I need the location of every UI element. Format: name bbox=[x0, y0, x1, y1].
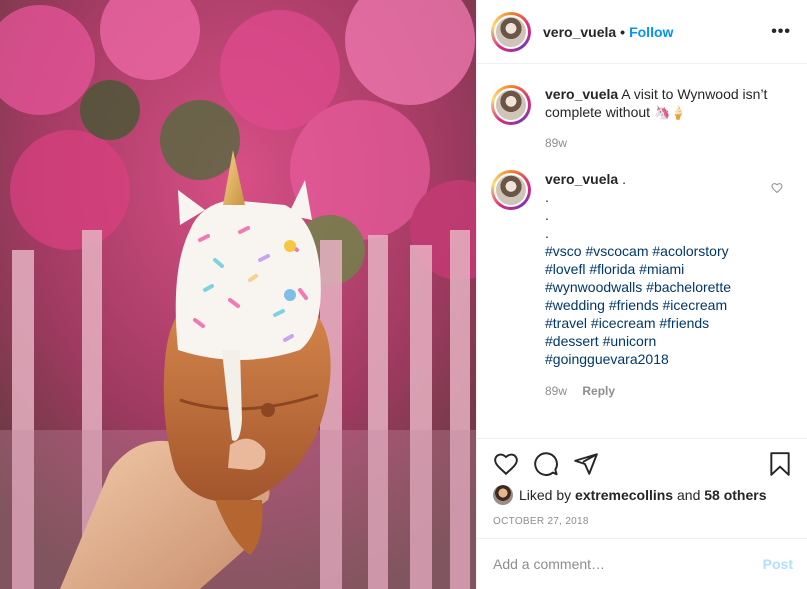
liker-avatar[interactable] bbox=[493, 485, 513, 505]
avatar-image bbox=[494, 173, 528, 207]
hashtag-line[interactable]: #travel #icecream #friends bbox=[545, 314, 791, 332]
comment-hashtags: vero_vuela . . . . #vsco #vscocam #acolo… bbox=[491, 170, 791, 400]
post-header: vero_vuela • Follow ••• bbox=[477, 0, 807, 64]
caption-emoji: 🦄🍦 bbox=[653, 105, 687, 120]
photo-ice-cream-unicorn bbox=[0, 0, 476, 589]
comment-like-icon[interactable] bbox=[771, 182, 783, 194]
caption-username[interactable]: vero_vuela bbox=[545, 86, 618, 102]
comment-dot-line: . bbox=[545, 225, 549, 241]
follow-button[interactable]: Follow bbox=[629, 24, 673, 40]
header-separator: • bbox=[620, 23, 626, 40]
hashtag-line[interactable]: #wedding #friends #icecream bbox=[545, 296, 791, 314]
post-button[interactable]: Post bbox=[763, 556, 793, 572]
instagram-post: vero_vuela • Follow ••• vero_vuela A vis… bbox=[0, 0, 807, 589]
reply-button[interactable]: Reply bbox=[582, 384, 615, 398]
likes-and: and bbox=[677, 487, 701, 503]
comment-input[interactable] bbox=[493, 556, 763, 572]
avatar-image bbox=[494, 88, 528, 122]
comment-icon[interactable] bbox=[533, 451, 559, 477]
hashtag-line[interactable]: #vsco #vscocam #acolorstory bbox=[545, 242, 791, 260]
hashtag-line[interactable]: #goingguevara2018 bbox=[545, 350, 791, 368]
header-username[interactable]: vero_vuela bbox=[543, 24, 616, 40]
comment-dot-line: . bbox=[545, 207, 549, 223]
caption-time[interactable]: 89w bbox=[545, 136, 567, 150]
action-bar bbox=[477, 438, 807, 490]
add-comment-bar: Post bbox=[477, 538, 807, 589]
comments-section[interactable]: vero_vuela A visit to Wynwood isn’t comp… bbox=[477, 65, 807, 438]
share-icon[interactable] bbox=[573, 451, 599, 477]
header-avatar[interactable] bbox=[491, 11, 531, 52]
caption-avatar[interactable] bbox=[491, 85, 531, 125]
hashtag-line[interactable]: #wynwoodwalls #bachelorette bbox=[545, 278, 791, 296]
liker-username[interactable]: extremecollins bbox=[575, 487, 673, 503]
likes-prefix: Liked by bbox=[519, 487, 572, 503]
comment-time[interactable]: 89w bbox=[545, 384, 567, 398]
post-date[interactable]: OCTOBER 27, 2018 bbox=[493, 516, 589, 527]
post-panel: vero_vuela • Follow ••• vero_vuela A vis… bbox=[476, 0, 807, 589]
comment-dot-line: . bbox=[545, 189, 549, 205]
post-photo[interactable] bbox=[0, 0, 476, 589]
comment-first-line: . bbox=[622, 171, 626, 187]
bookmark-icon[interactable] bbox=[767, 451, 793, 477]
comment-avatar[interactable] bbox=[491, 170, 531, 210]
likes-others[interactable]: 58 others bbox=[704, 487, 766, 503]
comment-username[interactable]: vero_vuela bbox=[545, 171, 618, 187]
heart-icon[interactable] bbox=[493, 451, 519, 477]
hashtag-line[interactable]: #lovefl #florida #miami bbox=[545, 260, 791, 278]
caption: vero_vuela A visit to Wynwood isn’t comp… bbox=[491, 85, 791, 152]
hashtag-line[interactable]: #dessert #unicorn bbox=[545, 332, 791, 350]
likes-summary: Liked by extremecollins and 58 others bbox=[493, 485, 767, 505]
avatar-image bbox=[494, 14, 528, 49]
more-icon[interactable]: ••• bbox=[771, 23, 791, 41]
